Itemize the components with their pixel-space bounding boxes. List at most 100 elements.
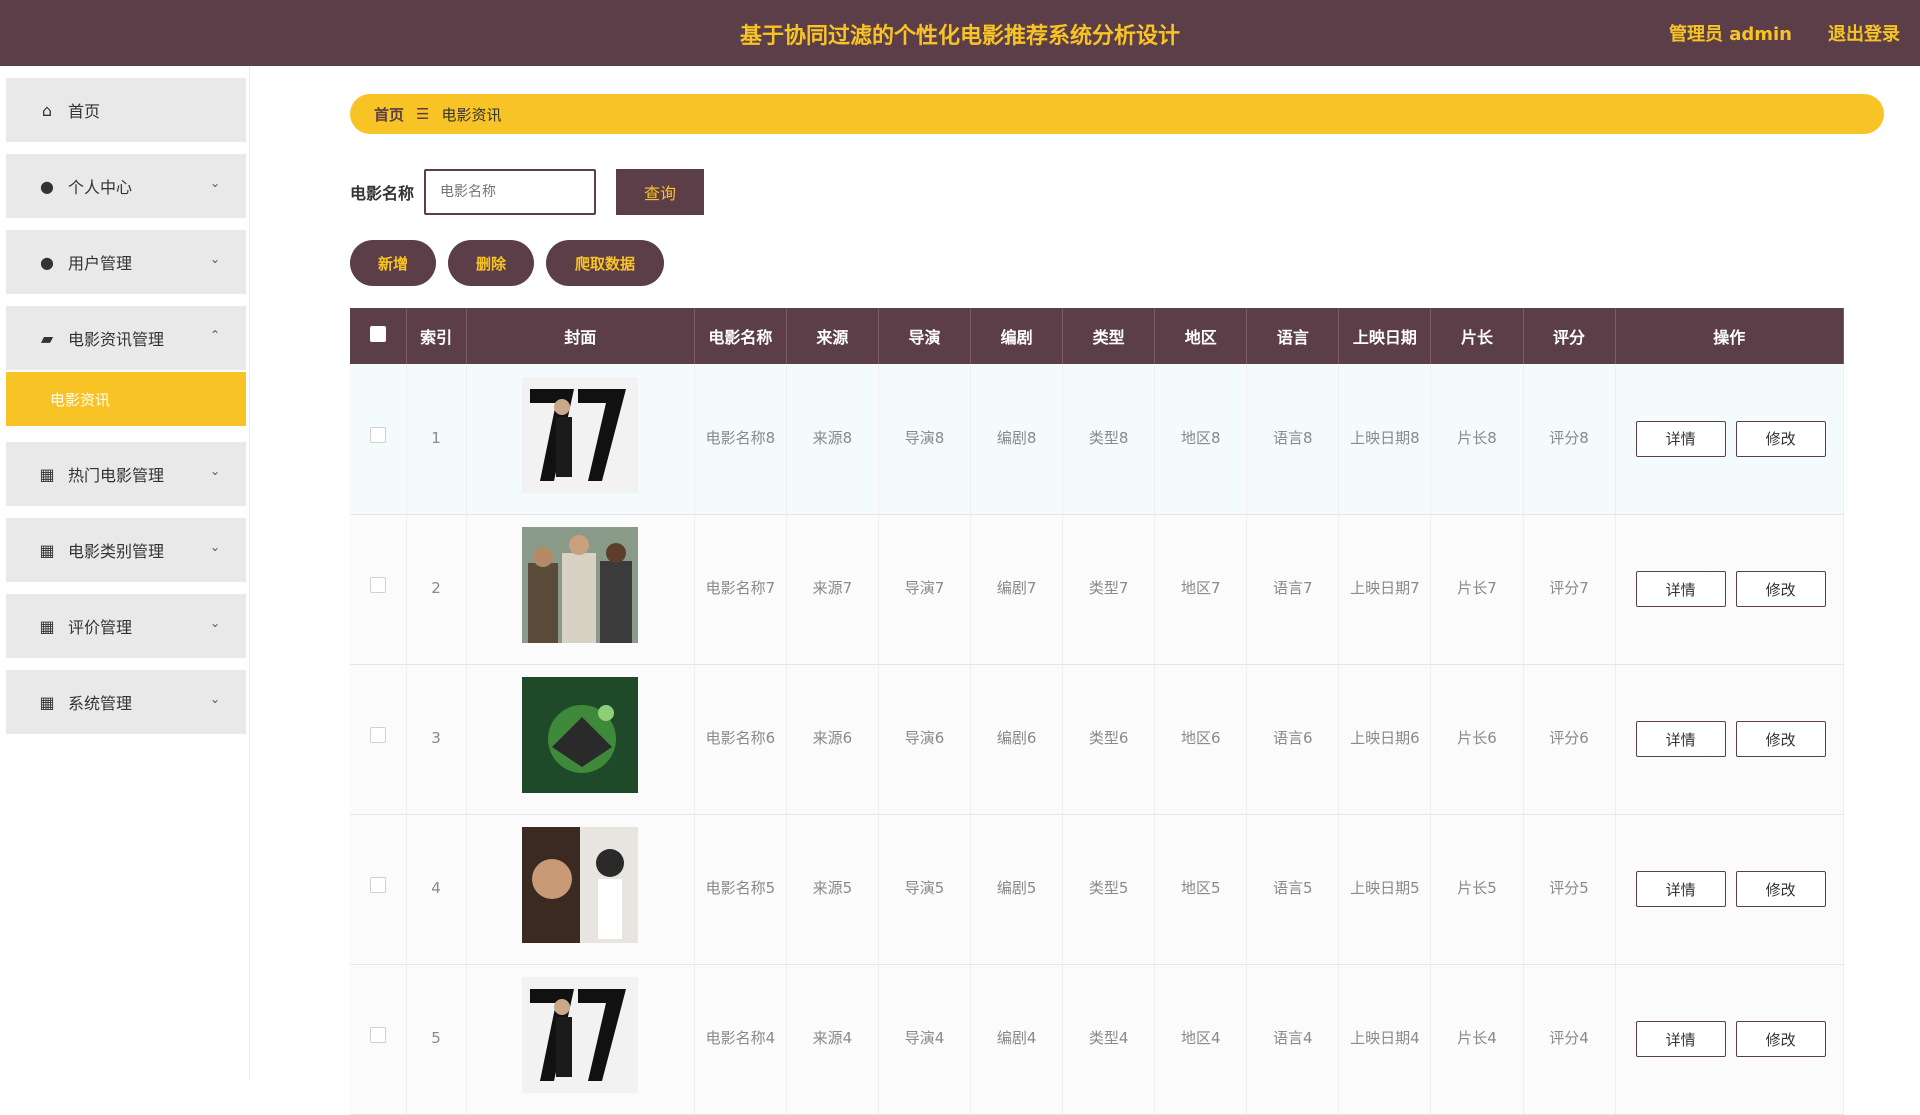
- cell-actions: 详情 修改: [1615, 514, 1845, 665]
- header-rating: 评分: [1523, 308, 1616, 364]
- cell-language: 语言5: [1246, 814, 1340, 965]
- cell-name: 电影名称7: [694, 514, 787, 665]
- detail-button[interactable]: 详情: [1635, 1021, 1726, 1057]
- add-button[interactable]: 新增: [350, 240, 436, 286]
- delete-button[interactable]: 删除: [448, 240, 534, 286]
- chevron-down-icon: ⌄: [209, 616, 220, 630]
- sidebar-item-label: 用户管理: [68, 254, 133, 273]
- sidebar: ⌂ 首页 ● 个人中心 ⌄ ● 用户管理 ⌄ ▰ 电影资讯管理 ⌃ 电影资讯 ▦…: [0, 66, 250, 1080]
- row-checkbox[interactable]: [369, 427, 386, 443]
- edit-button[interactable]: 修改: [1735, 571, 1826, 607]
- header-language: 语言: [1246, 308, 1340, 364]
- movie-cover-image: [522, 826, 639, 943]
- edit-button[interactable]: 修改: [1735, 1021, 1826, 1057]
- sidebar-item-label: 电影资讯管理: [68, 330, 165, 349]
- detail-button[interactable]: 详情: [1635, 871, 1726, 907]
- cell-length: 片长8: [1430, 364, 1524, 515]
- detail-button[interactable]: 详情: [1635, 571, 1726, 607]
- sidebar-item-home[interactable]: ⌂ 首页: [6, 78, 246, 142]
- sidebar-subitem-movie-news[interactable]: 电影资讯: [6, 372, 246, 426]
- sidebar-item-categories[interactable]: ▦ 电影类别管理 ⌄: [6, 518, 246, 582]
- grid-icon: ▦: [39, 616, 55, 636]
- sidebar-item-label: 热门电影管理: [68, 466, 165, 485]
- header-writer: 编剧: [970, 308, 1064, 364]
- cell-source: 来源4: [786, 964, 879, 1115]
- row-checkbox[interactable]: [369, 1027, 386, 1044]
- row-checkbox[interactable]: [369, 877, 386, 894]
- cell-index: 5: [406, 964, 467, 1115]
- edit-button[interactable]: 修改: [1735, 420, 1826, 457]
- cell-region: 地区8: [1154, 364, 1248, 515]
- sidebar-item-hot-movies[interactable]: ▦ 热门电影管理 ⌄: [6, 442, 246, 506]
- crawl-data-button[interactable]: 爬取数据: [546, 240, 664, 286]
- cell-rating: 评分6: [1523, 664, 1616, 815]
- table-row: 5 电影名称4 来源4 导演4 编剧4 类型4 地区4 语言4 上映日期4 片长…: [350, 964, 1845, 1115]
- cell-length: 片长7: [1430, 514, 1524, 665]
- grid-icon: ▦: [39, 464, 55, 484]
- cell-rating: 评分4: [1523, 964, 1616, 1115]
- chevron-down-icon: ⌄: [209, 252, 220, 266]
- cell-genre: 类型8: [1062, 364, 1156, 515]
- chevron-down-icon: ⌄: [209, 692, 220, 706]
- table-row: 1 电影名称8 来源8 导演8 编剧8 类型8 地区8 语言8 上映日期8 片长…: [350, 364, 1845, 515]
- cell-name: 电影名称8: [694, 364, 787, 515]
- movie-cover-image: [522, 676, 639, 793]
- cell-name: 电影名称4: [694, 964, 787, 1115]
- cell-language: 语言7: [1246, 514, 1340, 665]
- select-all-checkbox[interactable]: [369, 326, 386, 342]
- row-checkbox[interactable]: [369, 577, 386, 594]
- sidebar-item-label: 个人中心: [68, 178, 133, 197]
- cell-writer: 编剧5: [970, 814, 1064, 965]
- search-input[interactable]: [424, 169, 597, 215]
- sidebar-item-label: 系统管理: [68, 694, 133, 713]
- admin-label: 管理员 admin: [1668, 24, 1792, 45]
- cell-actions: 详情 修改: [1615, 664, 1845, 815]
- cell-actions: 详情 修改: [1615, 814, 1845, 965]
- cell-region: 地区4: [1154, 964, 1248, 1115]
- table-row: 3 电影名称6 来源6 导演6 编剧6 类型6 地区6 语言6 上映日期6 片长…: [350, 664, 1845, 815]
- sidebar-item-label: 首页: [68, 102, 101, 121]
- sidebar-item-movie-news[interactable]: ▰ 电影资讯管理 ⌃: [6, 306, 246, 370]
- cell-language: 语言6: [1246, 664, 1340, 815]
- chevron-down-icon: ⌄: [209, 464, 220, 478]
- sidebar-item-system[interactable]: ▦ 系统管理 ⌄: [6, 670, 246, 734]
- cell-region: 地区7: [1154, 514, 1248, 665]
- top-bar: 基于协同过滤的个性化电影推荐系统分析设计 管理员 admin 退出登录: [0, 0, 1920, 66]
- breadcrumb: 首页 ☰ 电影资讯: [350, 94, 1884, 134]
- detail-button[interactable]: 详情: [1635, 420, 1726, 457]
- cell-writer: 编剧8: [970, 364, 1064, 515]
- row-checkbox[interactable]: [369, 727, 386, 744]
- header-name: 电影名称: [694, 308, 787, 364]
- detail-button[interactable]: 详情: [1635, 721, 1726, 757]
- action-buttons: 新增 删除 爬取数据: [350, 240, 664, 286]
- cell-genre: 类型5: [1062, 814, 1156, 965]
- cell-length: 片长4: [1430, 964, 1524, 1115]
- cell-release-date: 上映日期4: [1338, 964, 1432, 1115]
- cell-source: 来源7: [786, 514, 879, 665]
- edit-button[interactable]: 修改: [1735, 871, 1826, 907]
- chevron-down-icon: ⌄: [209, 176, 220, 190]
- query-button[interactable]: 查询: [616, 169, 705, 215]
- cell-region: 地区6: [1154, 664, 1248, 815]
- cell-genre: 类型4: [1062, 964, 1156, 1115]
- breadcrumb-home[interactable]: 首页: [374, 104, 404, 125]
- header-length: 片长: [1430, 308, 1524, 364]
- select-all-cell: [350, 308, 407, 364]
- edit-button[interactable]: 修改: [1735, 721, 1826, 757]
- cell-director: 导演6: [878, 664, 972, 815]
- cell-index: 2: [406, 514, 467, 665]
- movie-table: 索引 封面 电影名称 来源 导演 编剧 类型 地区 语言 上映日期 片长 评分 …: [350, 308, 1845, 1115]
- cell-release-date: 上映日期6: [1338, 664, 1432, 815]
- cell-source: 来源6: [786, 664, 879, 815]
- sidebar-item-users[interactable]: ● 用户管理 ⌄: [6, 230, 246, 294]
- cell-index: 4: [406, 814, 467, 965]
- search-bar: 电影名称 查询: [350, 168, 705, 216]
- cell-genre: 类型7: [1062, 514, 1156, 665]
- header-genre: 类型: [1062, 308, 1156, 364]
- sidebar-item-reviews[interactable]: ▦ 评价管理 ⌄: [6, 594, 246, 658]
- sidebar-item-profile[interactable]: ● 个人中心 ⌄: [6, 154, 246, 218]
- logout-link[interactable]: 退出登录: [1828, 20, 1900, 46]
- cell-region: 地区5: [1154, 814, 1248, 965]
- cell-name: 电影名称5: [694, 814, 787, 965]
- cell-release-date: 上映日期8: [1338, 364, 1432, 515]
